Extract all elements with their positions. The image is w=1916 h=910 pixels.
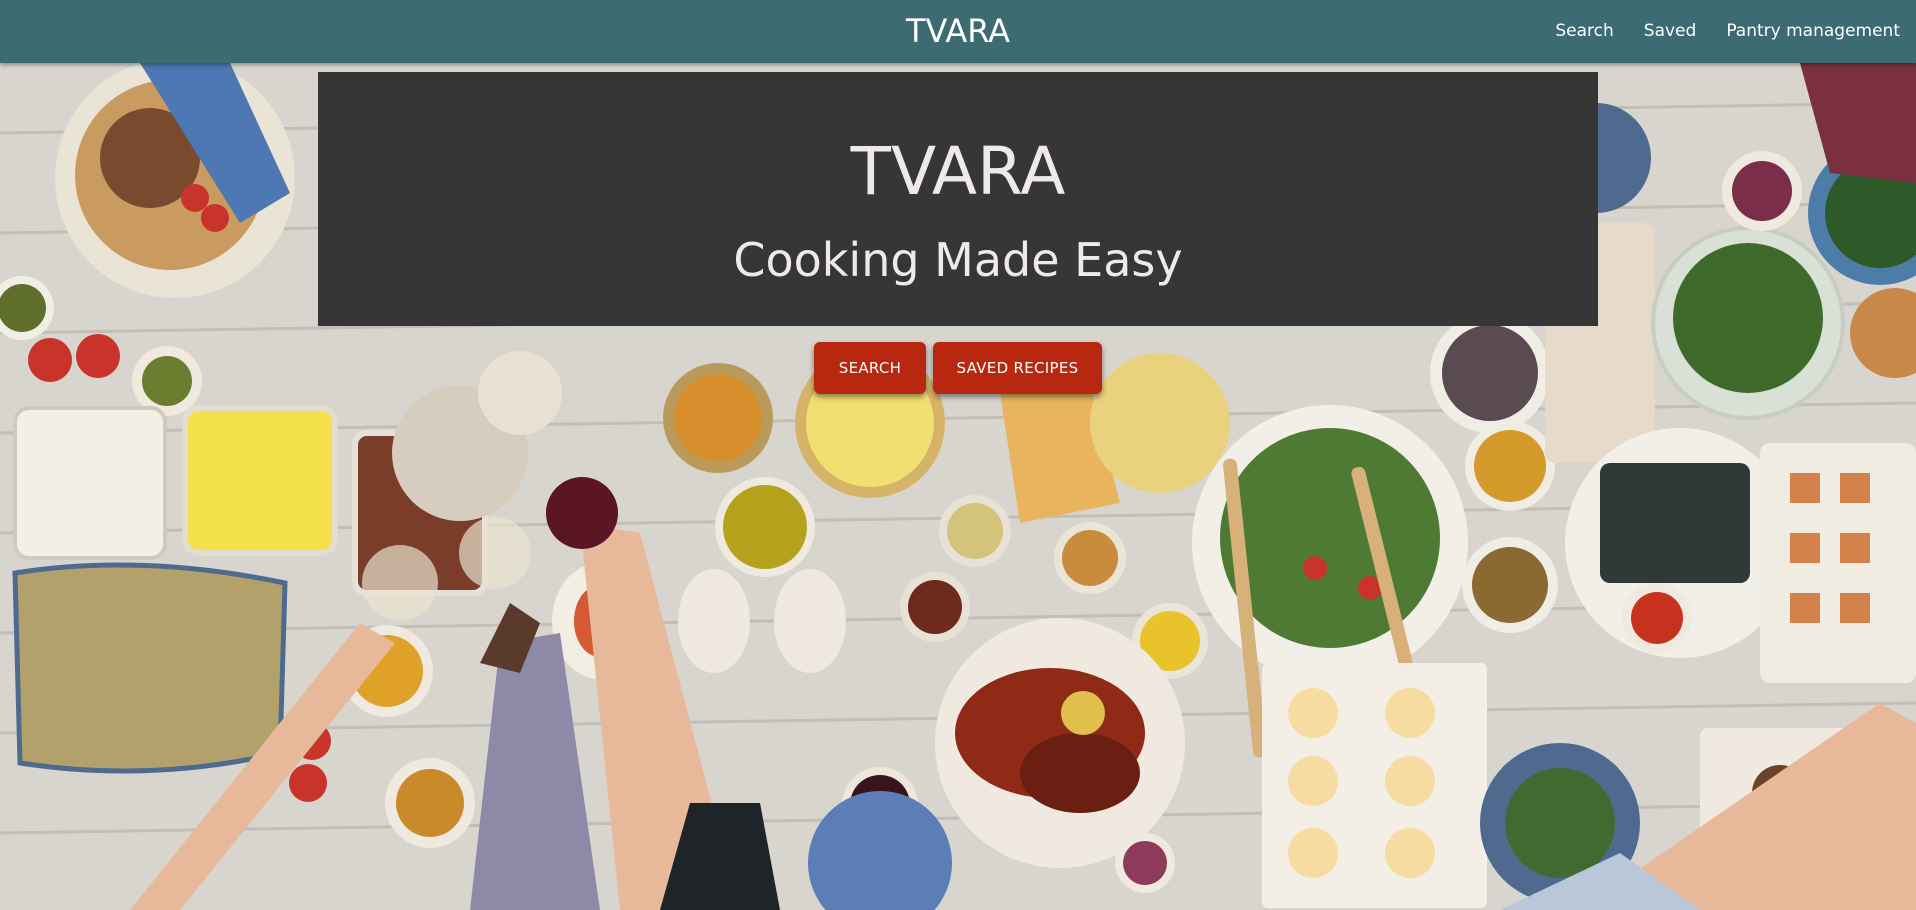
nav-link-search[interactable]: Search (1555, 20, 1613, 42)
search-button[interactable]: SEARCH (814, 342, 926, 394)
saved-recipes-button[interactable]: SAVED RECIPES (933, 342, 1102, 394)
hero-title: TVARA (850, 133, 1066, 210)
nav-link-saved[interactable]: Saved (1644, 20, 1697, 42)
hero-banner: TVARA Cooking Made Easy (318, 72, 1598, 326)
hero-subtitle: Cooking Made Easy (733, 233, 1183, 287)
top-navbar: TVARA Search Saved Pantry management (0, 0, 1916, 63)
nav-link-pantry-management[interactable]: Pantry management (1726, 20, 1900, 42)
nav-links: Search Saved Pantry management (1555, 20, 1900, 42)
